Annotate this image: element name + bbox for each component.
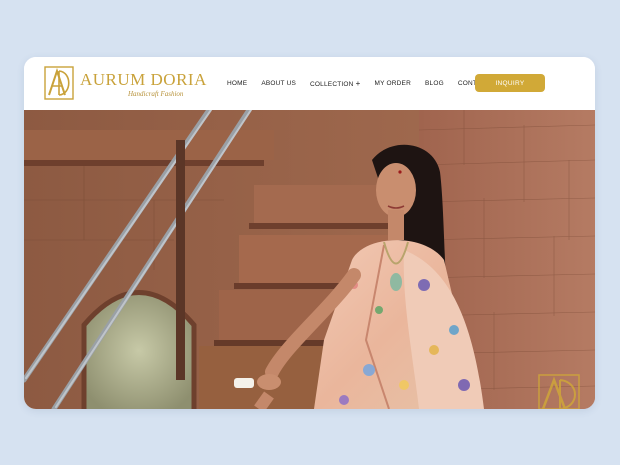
nav-my-order[interactable]: MY ORDER <box>374 80 411 87</box>
inquiry-button[interactable]: INQUIRY <box>475 74 545 92</box>
main-nav: HOME ABOUT US COLLECTION + MY ORDER BLOG … <box>227 77 516 89</box>
nav-home[interactable]: HOME <box>227 80 247 87</box>
brand-name: AURUM DORIA <box>80 70 207 89</box>
nav-blog[interactable]: BLOG <box>425 80 444 87</box>
hero-image <box>24 110 595 409</box>
plus-icon: + <box>355 78 361 88</box>
nav-collection[interactable]: COLLECTION + <box>310 79 360 88</box>
nav-about-us[interactable]: ABOUT US <box>261 80 296 87</box>
ad-monogram-icon <box>44 66 74 100</box>
page-card: AURUM DORIA Handicraft Fashion HOME ABOU… <box>24 57 595 409</box>
site-header: AURUM DORIA Handicraft Fashion HOME ABOU… <box>24 57 595 109</box>
brand-tagline: Handicraft Fashion <box>128 90 184 98</box>
nav-collection-label: COLLECTION <box>310 80 354 88</box>
hero-banner <box>24 110 595 409</box>
